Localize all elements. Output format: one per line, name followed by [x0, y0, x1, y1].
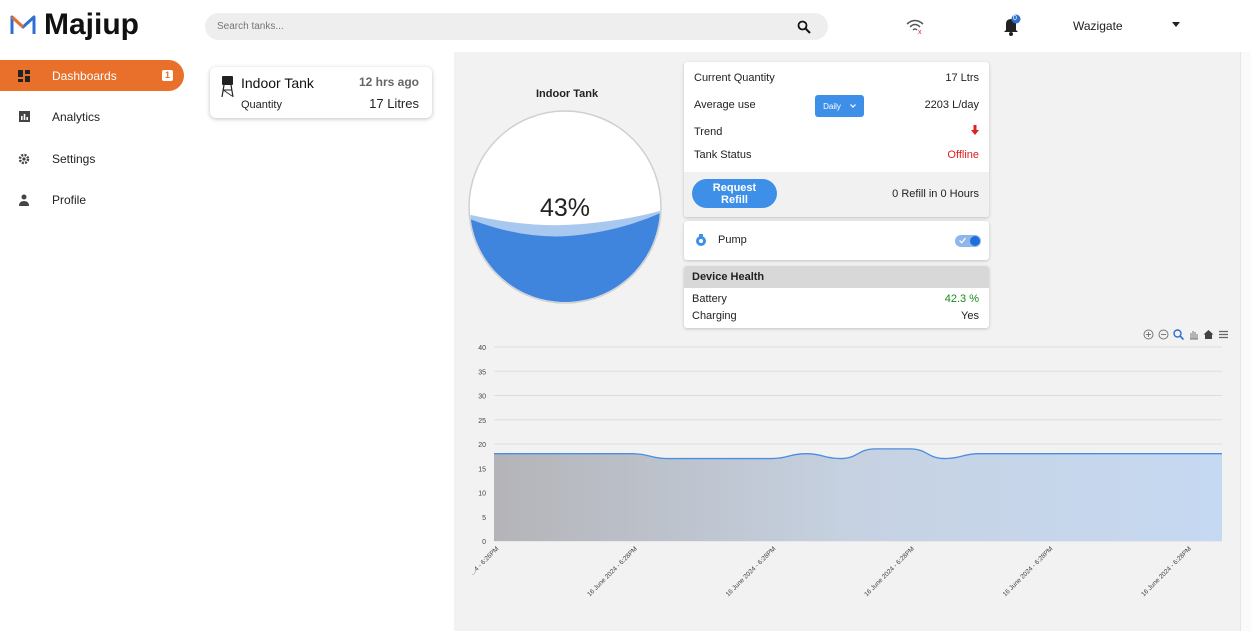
gauge-title: Indoor Tank	[536, 88, 599, 100]
pump-toggle[interactable]	[955, 235, 981, 247]
x-tick-label: 16 June 2024 - 6:28PM	[586, 545, 639, 598]
y-tick-label: 30	[478, 394, 486, 401]
x-tick-label: 16 June 2024 - 6:28PM	[725, 545, 778, 598]
tank-status-label: Tank Status	[694, 149, 752, 161]
search-icon[interactable]	[794, 17, 814, 37]
request-refill-button[interactable]: Request Refill	[692, 179, 777, 208]
device-health-title: Device Health	[684, 266, 989, 288]
sidebar-item-dashboards[interactable]: Dashboards 1	[0, 60, 184, 91]
refill-info: 0 Refill in 0 Hours	[892, 188, 979, 200]
scrollbar[interactable]	[1240, 52, 1251, 631]
period-select-value: Daily	[823, 101, 841, 111]
chevron-down-icon[interactable]	[1172, 22, 1180, 27]
dashboard-icon	[18, 69, 30, 82]
search-input[interactable]	[215, 20, 794, 33]
sidebar-item-profile[interactable]: Profile	[0, 184, 184, 215]
wifi-off-icon[interactable]: x	[905, 16, 925, 36]
trend-label: Trend	[694, 126, 723, 138]
tank-quantity-value: 17 Litres	[369, 96, 419, 111]
search-bar	[205, 13, 828, 40]
tank-info-card: Current Quantity 17 Ltrs Average use 220…	[684, 62, 989, 217]
water-tower-icon	[221, 76, 234, 103]
tank-quantity-label: Quantity	[241, 99, 282, 111]
pump-icon	[694, 233, 708, 250]
toggle-knob	[970, 236, 980, 246]
average-use-value: 2203 L/day	[924, 99, 979, 111]
period-select[interactable]: Daily	[815, 95, 864, 117]
charging-label: Charging	[692, 310, 737, 322]
gauge-percent: 43%	[540, 194, 591, 222]
person-icon	[18, 194, 30, 206]
y-tick-label: 40	[478, 345, 486, 352]
tank-card[interactable]: Indoor Tank 12 hrs ago Quantity 17 Litre…	[210, 67, 432, 118]
device-health-card: Device Health Battery 42.3 % Charging Ye…	[684, 266, 989, 328]
sidebar-item-settings[interactable]: Settings	[0, 143, 184, 174]
app-logo[interactable]: Majiup	[10, 8, 139, 42]
check-icon	[959, 237, 966, 244]
sidebar-item-label: Settings	[52, 151, 96, 166]
pump-card: Pump	[684, 221, 989, 260]
analytics-icon	[18, 111, 30, 123]
pump-label: Pump	[718, 234, 747, 246]
y-tick-label: 10	[478, 491, 486, 498]
y-tick-label: 15	[478, 466, 486, 473]
majiup-logo-icon	[10, 15, 36, 34]
charging-value: Yes	[961, 310, 979, 322]
gear-icon	[18, 153, 30, 165]
y-tick-label: 20	[478, 442, 486, 449]
sidebar-item-analytics[interactable]: Analytics	[0, 101, 184, 132]
average-use-label: Average use	[694, 99, 756, 111]
current-quantity-label: Current Quantity	[694, 72, 775, 84]
sidebar-item-label: Profile	[52, 192, 87, 207]
refill-section: Request Refill 0 Refill in 0 Hours	[684, 172, 989, 217]
battery-value: 42.3 %	[944, 293, 979, 305]
tank-name: Indoor Tank	[241, 75, 314, 91]
y-tick-label: 5	[482, 515, 486, 522]
x-tick-label: 16 June 2024 - 6:28PM	[863, 545, 916, 598]
notification-count: 0	[1013, 15, 1017, 22]
x-tick-label: 16 June 2024 - 6:28PM	[1002, 545, 1055, 598]
notifications-button[interactable]: 0	[1002, 14, 1022, 36]
current-quantity-value: 17 Ltrs	[945, 72, 979, 84]
bell-icon	[1004, 14, 1021, 36]
user-name[interactable]: Wazigate	[1073, 19, 1123, 33]
quantity-chart: 0 5 10 15 20 25 30 35 40 ...4 - 6:26PM 16 June 202…	[469, 345, 1222, 598]
sidebar-item-label: Analytics	[52, 109, 101, 124]
x-tick-label: ...4 - 6:26PM	[469, 545, 500, 576]
x-tick-label: 16 June 2024 - 6:28PM	[1140, 545, 1193, 598]
battery-label: Battery	[692, 293, 727, 305]
sidebar-item-label: Dashboards	[52, 68, 117, 83]
arrow-down-icon	[971, 125, 979, 138]
tank-updated-time: 12 hrs ago	[358, 75, 419, 89]
y-tick-label: 35	[478, 369, 486, 376]
y-tick-label: 25	[478, 418, 486, 425]
chevron-down-icon	[849, 104, 856, 108]
tank-status-value: Offline	[947, 149, 979, 161]
svg-text:x: x	[918, 29, 922, 36]
dashboards-badge: 1	[162, 70, 173, 81]
series-area	[494, 448, 1222, 541]
app-name: Majiup	[44, 8, 139, 41]
y-tick-label: 0	[482, 539, 486, 546]
